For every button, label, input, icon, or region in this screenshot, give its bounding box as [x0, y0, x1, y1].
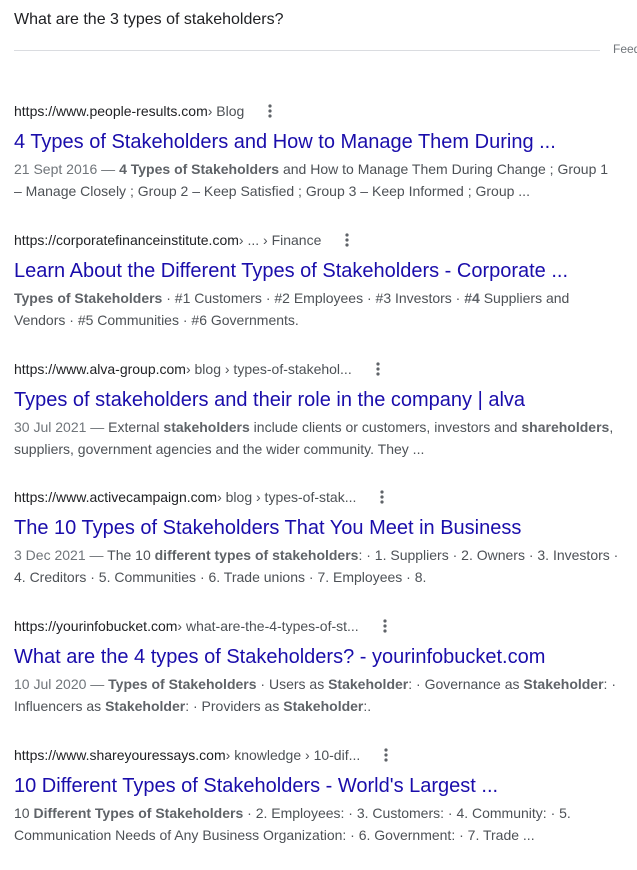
snippet-text: : · Governance as — [408, 676, 524, 692]
result-date: 30 Jul 2021 — — [14, 419, 109, 435]
result-snippet: 21 Sept 2016 — 4 Types of Stakeholders a… — [14, 158, 619, 202]
result-url-path: › what-are-the-4-types-of-st... — [177, 618, 359, 634]
search-result: https://www.shareyouressays.com › knowle… — [14, 745, 624, 846]
search-result: https://www.people-results.com › Blog 4 T… — [14, 101, 624, 202]
result-snippet: 10 Different Types of Stakeholders · 2. … — [14, 802, 619, 846]
snippet-text: include clients or customers, investors … — [249, 419, 522, 435]
result-url[interactable]: https://yourinfobucket.com › what-are-th… — [14, 616, 624, 636]
result-snippet: Types of Stakeholders · #1 Customers · #… — [14, 287, 619, 331]
result-date: 21 Sept 2016 — — [14, 161, 120, 177]
search-result: https://www.alva-group.com › blog › type… — [14, 359, 624, 460]
result-url[interactable]: https://www.alva-group.com › blog › type… — [14, 359, 624, 379]
more-options-icon[interactable] — [339, 230, 355, 250]
result-url[interactable]: https://www.shareyouressays.com › knowle… — [14, 745, 624, 765]
snippet-highlight: shareholders — [521, 419, 610, 435]
snippet-text: : · Providers as — [185, 698, 284, 714]
result-snippet: 10 Jul 2020 — Types of Stakeholders · Us… — [14, 673, 619, 717]
result-url[interactable]: https://www.people-results.com › Blog — [14, 101, 624, 121]
result-url-host: https://www.alva-group.com — [14, 361, 186, 377]
snippet-highlight: Stakeholder — [328, 676, 409, 692]
search-result: https://corporatefinanceinstitute.com › … — [14, 230, 624, 331]
results-divider — [14, 50, 600, 51]
snippet-highlight: 4 Types of Stakeholders — [119, 161, 280, 177]
snippet-text: · #1 Customers · #2 Employees · #3 Inves… — [162, 290, 465, 306]
snippet-highlight: Types of Stakeholders — [108, 676, 257, 692]
result-date: 3 Dec 2021 — — [14, 547, 108, 563]
more-options-icon[interactable] — [377, 616, 393, 636]
feedback-link[interactable]: Feedback — [613, 42, 637, 56]
snippet-highlight: stakeholders — [163, 419, 250, 435]
result-url-path: › blog › types-of-stak... — [217, 489, 357, 505]
result-url-path: › Blog — [207, 103, 245, 119]
more-options-icon[interactable] — [378, 745, 394, 765]
result-url-host: https://www.shareyouressays.com — [14, 747, 226, 763]
snippet-highlight: Types of Stakeholders — [14, 290, 163, 306]
result-date: 10 Jul 2020 — — [14, 676, 109, 692]
result-url-path: › blog › types-of-stakehol... — [185, 361, 352, 377]
result-title-link[interactable]: Learn About the Different Types of Stake… — [14, 258, 624, 284]
search-query: What are the 3 types of stakeholders? — [14, 11, 284, 28]
snippet-text: · Users as — [256, 676, 329, 692]
snippet-highlight: Stakeholder — [523, 676, 604, 692]
result-url-host: https://www.people-results.com — [14, 103, 208, 119]
result-url-host: https://www.activecampaign.com — [14, 489, 218, 505]
result-url-path: › ... › Finance — [238, 232, 322, 248]
snippet-text: External — [108, 419, 164, 435]
result-title-link[interactable]: What are the 4 types of Stakeholders? - … — [14, 644, 624, 670]
result-title-link[interactable]: The 10 Types of Stakeholders That You Me… — [14, 515, 624, 541]
more-options-icon[interactable] — [374, 487, 390, 507]
snippet-highlight: Different Types of Stakeholders — [33, 805, 244, 821]
result-title-link[interactable]: 10 Different Types of Stakeholders - Wor… — [14, 773, 624, 799]
result-url[interactable]: https://corporatefinanceinstitute.com › … — [14, 230, 624, 250]
result-title-link[interactable]: 4 Types of Stakeholders and How to Manag… — [14, 129, 624, 155]
search-result: https://yourinfobucket.com › what-are-th… — [14, 616, 624, 717]
result-snippet: 3 Dec 2021 — The 10 different types of s… — [14, 544, 619, 588]
snippet-text: :. — [363, 698, 372, 714]
result-url-path: › knowledge › 10-dif... — [225, 747, 361, 763]
snippet-highlight: Stakeholder — [105, 698, 186, 714]
search-result: https://www.activecampaign.com › blog › … — [14, 487, 624, 588]
snippet-highlight: #4 — [464, 290, 480, 306]
result-url-host: https://corporatefinanceinstitute.com — [14, 232, 239, 248]
result-title-link[interactable]: Types of stakeholders and their role in … — [14, 387, 624, 413]
result-url-host: https://yourinfobucket.com — [14, 618, 178, 634]
more-options-icon[interactable] — [370, 359, 386, 379]
result-url[interactable]: https://www.activecampaign.com › blog › … — [14, 487, 624, 507]
result-snippet: 30 Jul 2021 — External stakeholders incl… — [14, 416, 619, 460]
snippet-text: 10 — [14, 805, 34, 821]
snippet-highlight: different types of stakeholders — [154, 547, 359, 563]
snippet-text: The 10 — [107, 547, 155, 563]
more-options-icon[interactable] — [262, 101, 278, 121]
snippet-highlight: Stakeholder — [283, 698, 364, 714]
